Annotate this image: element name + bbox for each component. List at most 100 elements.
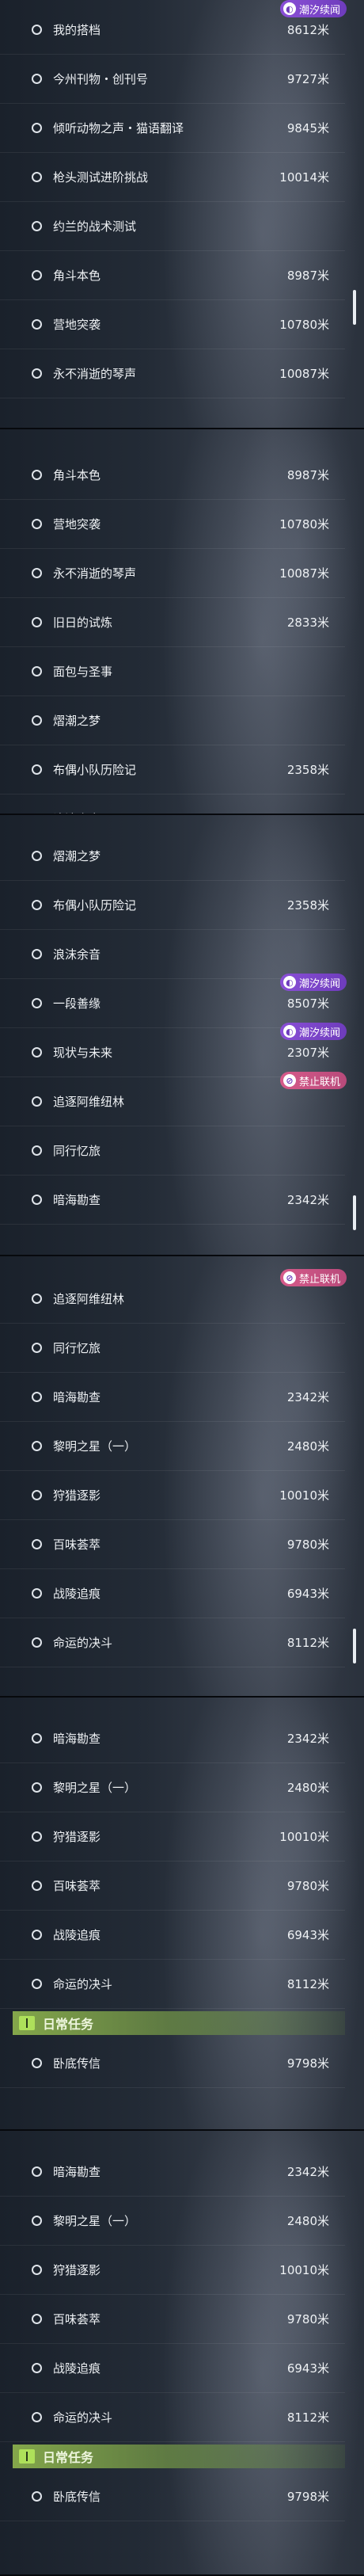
quest-status-circle-icon [32,171,42,182]
section-header-daily-tasks[interactable]: 日常任务 [13,2011,345,2035]
scrollbar-thumb[interactable] [353,1629,356,1663]
quest-distance: 9727米 [286,71,329,86]
quest-row[interactable]: 战陵追痕 6943米 [0,1568,345,1618]
quest-row[interactable]: 熠潮之梦 [0,831,345,881]
quest-name: 百味荟萃 [53,1878,101,1893]
quest-name: 角斗本色 [53,268,101,283]
quest-row[interactable]: 命运的决斗 8112米 [0,1618,345,1667]
quest-row[interactable]: 百味荟萃 9780米 [0,1861,345,1911]
quest-name: 命运的决斗 [53,2410,113,2425]
quest-status-circle-icon [32,850,42,861]
quest-row[interactable]: 旧日的试炼 2833米 [0,597,345,647]
quest-row[interactable]: 角斗本色 8987米 [0,450,345,500]
quest-list-panel: 追逐阿维纽林 同行忆旅 暗海勘查 2342米 黎明之星（一） 2480米 狩猎逐影 10010… [0,1256,364,1698]
quest-distance: 9845米 [286,120,329,135]
quest-status-circle-icon [32,318,42,330]
section-title: 日常任务 [43,2450,94,2465]
quest-row[interactable]: 浪沫余音 [0,794,345,814]
quest-row[interactable]: 卧底传信 9798米 [0,2471,345,2521]
quest-row[interactable]: 枪头测试进阶挑战 10014米 [0,152,345,202]
quest-distance: 10780米 [279,317,329,332]
section-header-daily-tasks[interactable]: 日常任务 [13,2445,345,2468]
quest-row[interactable]: 营地突袭 10780米 [0,299,345,349]
quest-status-circle-icon [32,1293,42,1304]
quest-list-panel: 我的搭档 8612米 今州刊物・创刊号 9727米 倾听动物之声・猫语翻译 9845米 枪头… [0,0,364,429]
quest-distance: 2307米 [286,1045,329,1060]
quest-row[interactable]: 命运的决斗 8112米 [0,2392,345,2442]
tide-sequel-badge: ◐ 潮汐续闻 [279,1023,347,1040]
quest-distance: 2342米 [286,1389,329,1404]
quest-name: 卧底传信 [53,2056,101,2071]
quest-distance: 2480米 [286,1780,329,1795]
quest-row[interactable]: 同行忆旅 [0,1323,345,1373]
quest-name: 浪沫余音 [53,947,101,962]
quest-row[interactable]: 营地突袭 10780米 [0,499,345,549]
quest-row[interactable]: 布偶小队历险记 2358米 [0,745,345,795]
quest-status-circle-icon [32,220,42,231]
scrollbar-thumb[interactable] [353,1195,356,1230]
quest-distance: 10010米 [279,2262,329,2277]
quest-row[interactable]: 黎明之星（一） 2480米 [0,2196,345,2246]
quest-name: 现状与未来 [53,1045,113,1060]
quest-distance: 2833米 [286,615,329,630]
quest-distance: 8112米 [286,1635,329,1650]
quest-status-circle-icon [32,368,42,379]
quest-distance: 8112米 [286,2410,329,2425]
quest-list-panel: 暗海勘查 2342米黎明之星（一） 2480米狩猎逐影 10010米 百味荟萃 9780米… [0,1698,364,2131]
quest-list-panel: 暗海勘查 2342米 黎明之星（一） 2480米 狩猎逐影 10010米 百味荟萃 9780米… [0,2131,364,2576]
quest-row[interactable]: 暗海勘查 2342米 [0,1372,345,1422]
quest-distance: 8987米 [286,467,329,482]
quest-distance: 6943米 [286,2361,329,2376]
quest-row[interactable]: 战陵追痕 6943米 [0,1910,345,1960]
quest-row[interactable]: 黎明之星（一） 2480米 [0,1421,345,1471]
tide-sequel-badge: ◐ 潮汐续闻 [279,0,347,17]
quest-list-panel: 熠潮之梦 布偶小队历险记 2358米 浪沫余音 一段善缘 8507米 现状与未来 2307米追… [0,815,364,1256]
quest-row[interactable]: 今州刊物・创刊号 9727米 [0,54,345,104]
quest-name: 黎明之星（一） [53,2213,137,2228]
badge-label: 潮汐续闻 [298,1027,340,1039]
quest-status-circle-icon [32,2313,42,2324]
quest-row[interactable]: 狩猎逐影 10010米 [0,1812,345,1862]
quest-row[interactable]: 同行忆旅 [0,1126,345,1176]
quest-status-circle-icon [32,2166,42,2177]
quest-status-circle-icon [32,948,42,959]
quest-row[interactable]: 百味荟萃 9780米 [0,1519,345,1569]
quest-row[interactable]: 熠潮之梦 [0,695,345,745]
book-icon [19,2449,35,2464]
quest-row[interactable]: 狩猎逐影 10010米 [0,1470,345,1520]
quest-row[interactable]: 狩猎逐影 10010米 [0,2245,345,2295]
quest-row[interactable]: 命运的决斗 8112米 [0,1959,345,2009]
quest-status-circle-icon [32,714,42,726]
quest-row[interactable]: 倾听动物之声・猫语翻译 9845米 [0,103,345,153]
quest-row[interactable]: 永不消逝的琴声 10087米 [0,548,345,598]
quest-status-circle-icon [32,2411,42,2422]
quest-row[interactable]: 面包与圣事 [0,646,345,696]
quest-name: 卧底传信 [53,2489,101,2504]
quest-row[interactable]: 卧底传信 9798米 [0,2038,345,2088]
quest-row[interactable]: 永不消逝的琴声 10087米 [0,349,345,398]
quest-distance: 8112米 [286,1976,329,1991]
quest-distance: 2342米 [286,1192,329,1207]
quest-distance: 8987米 [286,268,329,283]
quest-row[interactable]: 约兰的战术测试 [0,201,345,251]
quest-list-panel: 角斗本色 8987米 营地突袭 10780米 永不消逝的琴声 10087米 旧日的试炼 283… [0,429,364,815]
quest-row[interactable]: 百味荟萃 9780米 [0,2294,345,2344]
quest-name: 永不消逝的琴声 [53,566,137,581]
quest-name: 枪头测试进阶挑战 [53,170,149,185]
quest-row[interactable]: 角斗本色 8987米 [0,250,345,300]
quest-row[interactable]: 黎明之星（一） 2480米 [0,1762,345,1812]
quest-row[interactable]: 暗海勘查 2342米 [0,1713,345,1763]
quest-row[interactable]: 暗海勘查 2342米 [0,2147,345,2197]
tide-icon: ◐ [282,976,296,989]
quest-row[interactable]: 暗海勘查 2342米 [0,1175,345,1225]
quest-row[interactable]: 战陵追痕 6943米 [0,2343,345,2393]
quest-row[interactable]: 布偶小队历险记 2358米 [0,880,345,930]
quest-name: 黎明之星（一） [53,1780,137,1795]
quest-name: 百味荟萃 [53,1537,101,1552]
quest-status-circle-icon [32,469,42,480]
quest-name: 战陵追痕 [53,2361,101,2376]
scrollbar-thumb[interactable] [353,290,356,325]
quest-status-circle-icon [32,1046,42,1057]
quest-row[interactable]: 浪沫余音 [0,929,345,979]
quest-name: 暗海勘查 [53,1731,101,1746]
